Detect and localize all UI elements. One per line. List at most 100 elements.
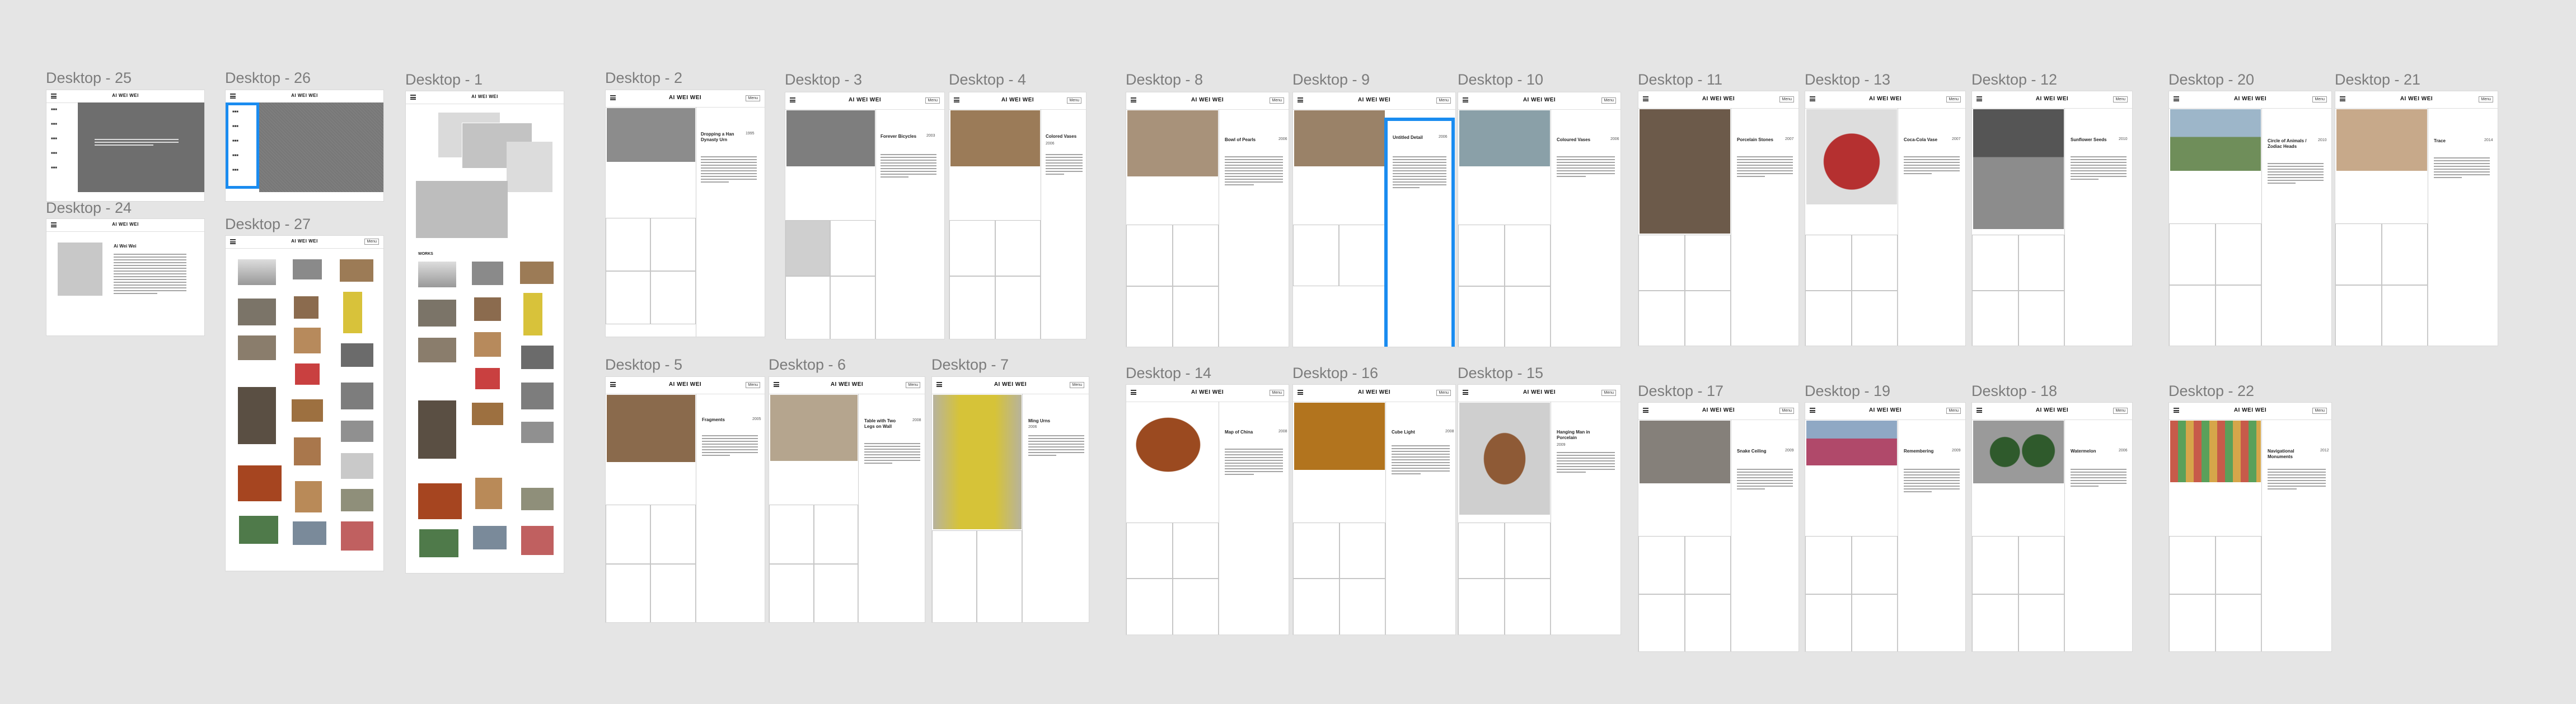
- work-thumbnail[interactable]: [341, 343, 373, 367]
- thumb-cell[interactable]: [1972, 594, 2018, 651]
- work-thumbnail[interactable]: [295, 481, 322, 512]
- frame-label[interactable]: Desktop - 24: [46, 199, 132, 217]
- thumb-cell[interactable]: [1126, 286, 1173, 347]
- work-thumbnail[interactable]: [474, 332, 501, 357]
- brand[interactable]: AI WEI WEI: [2335, 96, 2498, 102]
- frame-desktop-4[interactable]: AI WEI WEI Menu Colored Vases 2006: [949, 92, 1086, 339]
- thumb-cell[interactable]: [995, 220, 1041, 276]
- thumb-cell[interactable]: [1339, 579, 1385, 635]
- thumb-cell[interactable]: [949, 220, 995, 276]
- work-thumbnail[interactable]: [474, 297, 501, 321]
- thumb-cell[interactable]: [1458, 286, 1505, 347]
- frame-desktop-27[interactable]: AI WEI WEI Menu: [225, 235, 384, 571]
- work-thumbnail[interactable]: [294, 296, 319, 319]
- thumb-cell[interactable]: [1638, 235, 1685, 291]
- thumb-cell[interactable]: [2216, 285, 2261, 346]
- work-thumbnail[interactable]: [418, 483, 462, 519]
- thumb-cell[interactable]: [1685, 235, 1731, 291]
- thumb-cell[interactable]: [1173, 523, 1219, 579]
- frame-label[interactable]: Desktop - 17: [1638, 383, 1723, 400]
- menu-button[interactable]: Menu: [746, 95, 760, 101]
- work-thumbnail[interactable]: [418, 400, 456, 459]
- brand[interactable]: AI WEI WEI: [1458, 97, 1620, 103]
- frame-desktop-9[interactable]: AI WEI WEI Menu Untitled Detail 2006: [1292, 92, 1456, 347]
- thumb-cell[interactable]: [2216, 536, 2261, 594]
- frame-desktop-1[interactable]: AI WEI WEI WORKS: [405, 91, 564, 574]
- thumb-cell[interactable]: [1126, 225, 1173, 286]
- frame-label[interactable]: Desktop - 13: [1805, 71, 1890, 88]
- work-thumbnail[interactable]: [521, 526, 554, 555]
- thumb-cell[interactable]: [1852, 235, 1898, 291]
- thumb-cell[interactable]: [1339, 225, 1385, 286]
- frame-desktop-20[interactable]: AI WEI WEI Menu Circle of Animals / Zodia…: [2168, 91, 2332, 346]
- work-thumbnail[interactable]: [238, 259, 276, 285]
- work-thumbnail[interactable]: [239, 516, 278, 544]
- frame-desktop-2[interactable]: AI WEI WEI Menu Dropping a Han Dynasty Ur…: [605, 90, 765, 337]
- work-thumbnail[interactable]: [475, 368, 500, 389]
- menu-item[interactable]: ■■■: [232, 110, 238, 114]
- thumb-cell[interactable]: [2382, 285, 2428, 346]
- frame-desktop-7[interactable]: AI WEI WEI Menu Ming Urns 2006: [931, 376, 1089, 623]
- frame-desktop-25[interactable]: AI WEI WEI ■■■ ■■■ ■■■ ■■■ ■■■: [46, 90, 205, 202]
- thumb-cell[interactable]: [606, 271, 650, 324]
- menu-button[interactable]: Menu: [2312, 96, 2327, 102]
- thumb-cell[interactable]: [995, 276, 1041, 339]
- menu-button[interactable]: Menu: [906, 382, 920, 388]
- work-thumbnail[interactable]: [419, 529, 458, 557]
- brand[interactable]: AI WEI WEI: [2169, 407, 2331, 413]
- menu-button[interactable]: Menu: [2312, 408, 2327, 414]
- work-thumbnail[interactable]: [341, 521, 373, 551]
- menu-item[interactable]: ■■■: [51, 152, 57, 155]
- thumb-cell[interactable]: [785, 220, 830, 276]
- frame-label[interactable]: Desktop - 15: [1458, 365, 1543, 382]
- frame-desktop-18[interactable]: AI WEI WEI Menu Watermelon 2006: [1971, 402, 2133, 652]
- menu-item[interactable]: ■■■: [51, 166, 57, 170]
- menu-button[interactable]: Menu: [1067, 97, 1081, 104]
- work-thumbnail[interactable]: [341, 453, 373, 479]
- menu-button[interactable]: Menu: [1436, 97, 1451, 104]
- brand[interactable]: AI WEI WEI: [1293, 97, 1455, 103]
- brand[interactable]: AI WEI WEI: [606, 381, 765, 388]
- brand[interactable]: AI WEI WEI: [1972, 96, 2132, 102]
- work-thumbnail[interactable]: [293, 521, 326, 545]
- frame-label[interactable]: Desktop - 16: [1292, 365, 1378, 382]
- thumb-cell[interactable]: [606, 505, 650, 564]
- thumb-cell[interactable]: [1685, 291, 1731, 346]
- frame-desktop-3[interactable]: AI WEI WEI Menu Forever Bicycles 2003: [785, 92, 945, 339]
- frame-label[interactable]: Desktop - 4: [949, 71, 1026, 88]
- frame-desktop-5[interactable]: AI WEI WEI Menu Fragments 2005: [605, 376, 765, 623]
- frame-label[interactable]: Desktop - 8: [1126, 71, 1203, 88]
- frame-label[interactable]: Desktop - 22: [2168, 383, 2254, 400]
- thumb-cell[interactable]: [769, 564, 814, 622]
- thumb-cell[interactable]: [2382, 223, 2428, 285]
- selected-info-panel[interactable]: Untitled Detail 2006: [1384, 118, 1455, 347]
- brand[interactable]: AI WEI WEI: [932, 381, 1089, 388]
- thumb-cell[interactable]: [1293, 225, 1339, 286]
- thumb-cell[interactable]: [1638, 536, 1685, 594]
- thumb-cell[interactable]: [2335, 223, 2382, 285]
- thumb-cell[interactable]: [1293, 523, 1339, 579]
- frame-label[interactable]: Desktop - 25: [46, 69, 132, 87]
- thumb-cell[interactable]: [1805, 536, 1852, 594]
- work-thumbnail[interactable]: [521, 383, 554, 409]
- work-thumbnail[interactable]: [475, 478, 502, 509]
- frame-label[interactable]: Desktop - 20: [2168, 71, 2254, 88]
- thumb-cell[interactable]: [1972, 235, 2018, 291]
- brand[interactable]: AI WEI WEI: [46, 222, 204, 227]
- thumb-cell[interactable]: [1505, 523, 1551, 579]
- thumb-cell[interactable]: [606, 218, 650, 271]
- menu-button[interactable]: Menu: [2479, 96, 2493, 102]
- thumb-cell[interactable]: [650, 505, 696, 564]
- frame-desktop-26[interactable]: AI WEI WEI ■■■ ■■■ ■■■ ■■■ ■■■: [225, 90, 384, 202]
- work-thumbnail[interactable]: [521, 346, 554, 369]
- work-thumbnail[interactable]: [238, 299, 276, 325]
- thumb-cell[interactable]: [1852, 594, 1898, 651]
- work-thumbnail[interactable]: [520, 262, 554, 284]
- frame-label[interactable]: Desktop - 2: [605, 69, 682, 87]
- menu-button[interactable]: Menu: [1270, 390, 1284, 396]
- brand[interactable]: AI WEI WEI: [769, 381, 925, 388]
- thumb-cell[interactable]: [814, 564, 858, 622]
- thumb-cell[interactable]: [814, 505, 858, 564]
- brand[interactable]: AI WEI WEI: [1638, 407, 1798, 413]
- brand[interactable]: AI WEI WEI: [1126, 97, 1289, 103]
